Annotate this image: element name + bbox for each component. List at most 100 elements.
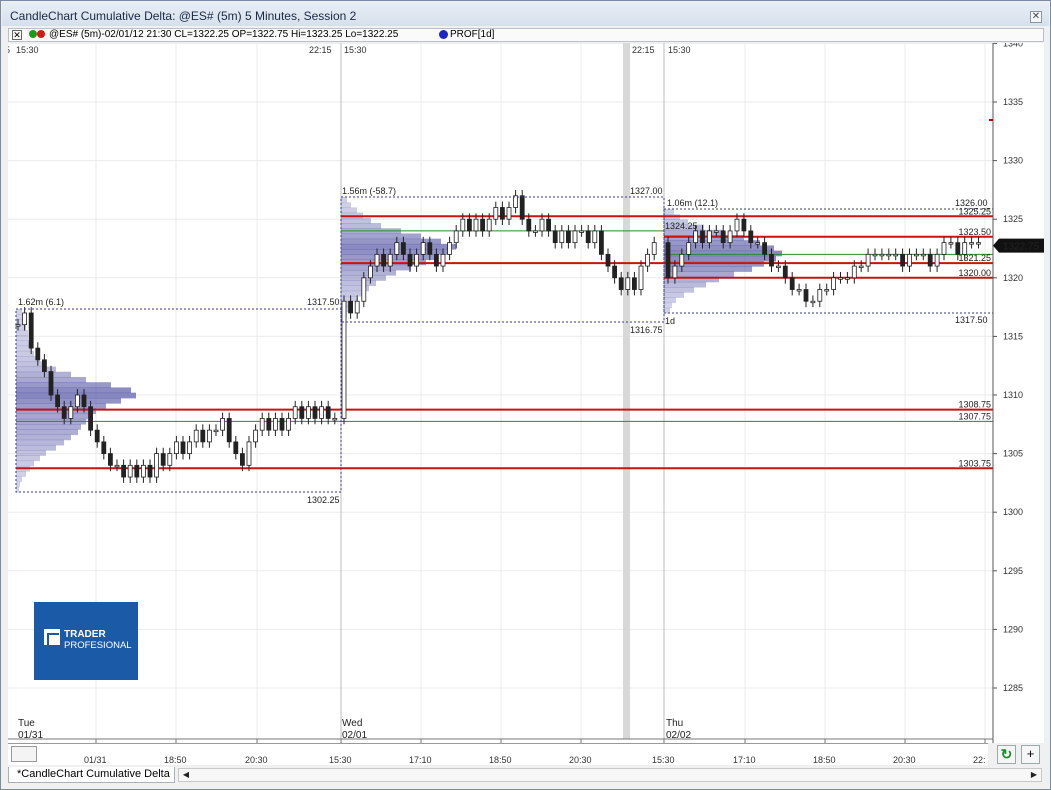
- time-axis-labels[interactable]: 01/31 18:50 20:30 15:30 17:10 18:50 20:30 15:30…: [8, 743, 988, 765]
- session-time-label: 22:15: [309, 45, 332, 55]
- candle-body: [348, 300, 354, 314]
- candle-body: [914, 253, 919, 257]
- close-study-icon[interactable]: ✕: [12, 30, 22, 40]
- profile-wed-bar: [341, 223, 381, 229]
- profile-tue-bar: [16, 413, 91, 420]
- candle-body: [55, 394, 60, 408]
- candle-body: [319, 406, 325, 419]
- time-tick-label: 18:50: [489, 755, 512, 765]
- candle-body: [693, 230, 698, 244]
- candle-body: [625, 277, 631, 290]
- candle-body: [193, 429, 199, 443]
- session-gap-bar: [623, 43, 630, 739]
- profile-tue-bar: [16, 439, 64, 446]
- logo-text-line1: TRADER: [64, 629, 106, 640]
- candle-body: [466, 218, 472, 232]
- candle-body: [539, 218, 545, 232]
- horizontal-scrollbar[interactable]: ◀ ▶: [178, 768, 1042, 782]
- day-date-label: 02/02: [666, 730, 691, 741]
- candle-body: [851, 265, 857, 279]
- profile-study-label[interactable]: PROF[1d]: [450, 29, 494, 40]
- day-date-label: 02/01: [342, 730, 367, 741]
- profile-high-label: 1327.00: [630, 186, 663, 196]
- profile-tue-bar: [16, 455, 40, 462]
- candle-body: [414, 253, 420, 267]
- last-price-label: 1322.75: [1003, 242, 1040, 253]
- profile-thu-bar: [664, 292, 684, 298]
- candle-body: [433, 253, 439, 267]
- profile-low-label: 1316.75: [630, 325, 663, 335]
- candle-body: [941, 242, 947, 255]
- candle-body: [720, 230, 726, 244]
- refresh-button[interactable]: ↻: [997, 745, 1016, 764]
- price-marker: [989, 119, 993, 121]
- price-axis[interactable]: 1340 1335 1330 1325 1320 1315 1310 1305 1300 1295…: [989, 43, 1044, 743]
- profile-wed-bar: [341, 233, 421, 240]
- candle-body: [187, 441, 193, 455]
- candle-body: [893, 253, 899, 257]
- candle-body: [727, 230, 733, 244]
- close-icon[interactable]: ✕: [1030, 11, 1042, 23]
- candle-body: [367, 265, 373, 279]
- time-tick-label: 20:30: [245, 755, 268, 765]
- candle-body: [769, 253, 774, 267]
- candle-body: [907, 253, 912, 267]
- candle-body: [879, 253, 885, 257]
- candle-body: [387, 253, 393, 267]
- candle-body: [325, 406, 331, 419]
- candle-body: [94, 429, 100, 443]
- candle-body: [645, 253, 650, 267]
- profile-tue-bar: [16, 460, 34, 467]
- tab-candlechart[interactable]: *CandleChart Cumulative Delta: [8, 767, 175, 783]
- candle-body: [266, 418, 272, 431]
- scroll-right-icon[interactable]: ▶: [1027, 769, 1041, 781]
- red-status-icon[interactable]: [37, 30, 45, 38]
- candle-body: [286, 418, 292, 431]
- profile-wed-bar: [341, 197, 347, 203]
- price-tick-label: 1305: [1003, 449, 1023, 459]
- candle-body: [638, 265, 644, 290]
- candle-body: [546, 218, 551, 232]
- candle-body: [579, 230, 584, 233]
- profile-tue-bar: [16, 444, 56, 451]
- time-tick-label: 18:50: [164, 755, 187, 765]
- candle-body: [239, 453, 245, 466]
- candle-body: [499, 207, 505, 220]
- candle-body: [831, 277, 836, 290]
- add-button[interactable]: +: [1021, 745, 1040, 764]
- candle-body: [651, 242, 657, 255]
- candle-body: [81, 394, 87, 408]
- candle-body: [838, 277, 843, 280]
- candle-body: [519, 195, 525, 220]
- time-scroll-handle[interactable]: [11, 746, 37, 762]
- candle-body: [700, 230, 705, 244]
- candle-body: [493, 207, 499, 220]
- logo-text-line2: PROFESIONAL: [64, 640, 132, 651]
- candle-body: [68, 406, 74, 419]
- candle-body: [140, 464, 146, 478]
- logo-mark-icon: [44, 629, 60, 645]
- day-date-label: 01/31: [18, 730, 43, 741]
- candle-body: [101, 441, 107, 455]
- candle-body: [741, 218, 747, 232]
- candle-body: [803, 289, 809, 302]
- profile-tue-bar: [16, 361, 46, 368]
- candle-body: [460, 218, 466, 232]
- profile-volume-label: 1.56m (-58.7): [342, 186, 396, 196]
- day-name-label: Tue: [18, 718, 35, 729]
- price-tick-label: 1335: [1003, 97, 1023, 107]
- chart-canvas[interactable]: 1.62m (6.1) 1317.50 1302.25 1.56m (-58.7) 13…: [8, 43, 1044, 743]
- candle-body: [332, 418, 338, 421]
- green-status-icon[interactable]: [29, 30, 37, 38]
- profile-study-icon[interactable]: [439, 30, 448, 39]
- candle-body: [440, 253, 446, 267]
- candle-body: [796, 289, 802, 292]
- candle-body: [612, 265, 617, 279]
- candle-body: [299, 406, 305, 419]
- profile-tue-bar: [16, 481, 20, 488]
- chart-plot-area[interactable]: 1.62m (6.1) 1317.50 1302.25 1.56m (-58.7) 13…: [8, 43, 1044, 743]
- scroll-left-icon[interactable]: ◀: [179, 769, 193, 781]
- candle-body: [381, 253, 387, 267]
- candle-body: [934, 253, 940, 267]
- profile-thu-bar: [664, 209, 674, 215]
